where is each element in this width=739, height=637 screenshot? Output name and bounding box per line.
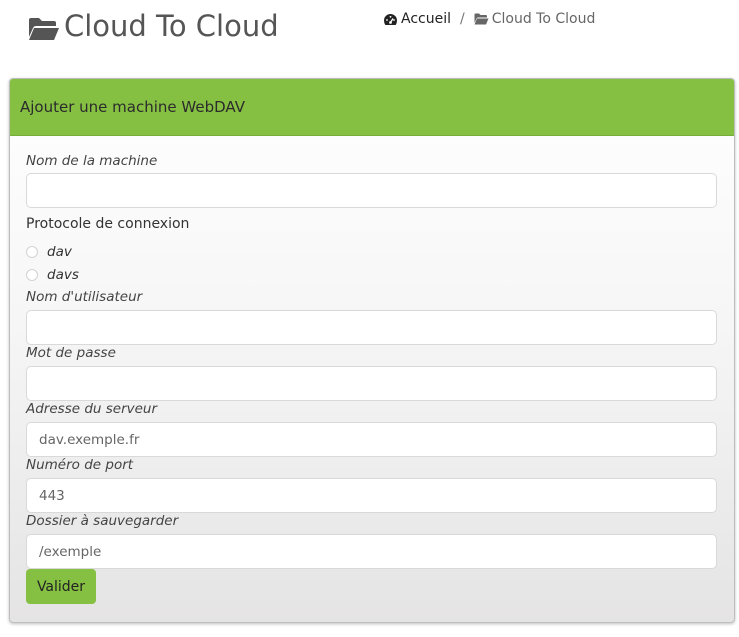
port-number-label: Numéro de port	[26, 457, 134, 473]
page-header: Cloud To Cloud Accueil / Cloud To Cloud	[0, 0, 739, 60]
page-title-text: Cloud To Cloud	[64, 9, 279, 43]
add-webdav-panel: Ajouter une machine WebDAV Nom de la mac…	[9, 78, 735, 623]
protocol-label: Protocole de connexion	[26, 216, 190, 232]
page-title: Cloud To Cloud	[28, 4, 279, 48]
username-input[interactable]	[26, 310, 717, 345]
breadcrumb-home-label: Accueil	[401, 11, 451, 27]
port-number-input[interactable]	[26, 478, 717, 513]
machine-name-input[interactable]	[26, 173, 717, 208]
breadcrumb: Accueil / Cloud To Cloud	[383, 9, 595, 29]
breadcrumb-current-label: Cloud To Cloud	[491, 11, 596, 27]
folder-open-icon	[28, 14, 60, 40]
breadcrumb-current: Cloud To Cloud	[474, 11, 596, 27]
machine-name-label: Nom de la machine	[26, 153, 158, 169]
protocol-option-dav[interactable]: dav	[26, 243, 72, 261]
submit-button[interactable]: Valider	[26, 569, 96, 604]
radio-button[interactable]	[26, 269, 38, 281]
protocol-option-davs[interactable]: davs	[26, 266, 79, 284]
backup-folder-label: Dossier à sauvegarder	[26, 513, 179, 529]
panel-heading: Ajouter une machine WebDAV	[10, 79, 734, 136]
breadcrumb-separator: /	[460, 11, 465, 27]
protocol-option-label: davs	[47, 267, 79, 283]
folder-open-icon	[474, 13, 489, 25]
dashboard-icon	[384, 13, 397, 25]
server-address-input[interactable]	[26, 422, 717, 457]
protocol-option-label: dav	[47, 244, 72, 260]
password-input[interactable]	[26, 366, 717, 401]
server-address-label: Adresse du serveur	[26, 401, 158, 417]
radio-button[interactable]	[26, 246, 38, 258]
username-label: Nom d'utilisateur	[26, 289, 143, 305]
backup-folder-input[interactable]	[26, 534, 717, 569]
breadcrumb-home-link[interactable]: Accueil	[383, 11, 451, 27]
password-label: Mot de passe	[26, 345, 116, 361]
